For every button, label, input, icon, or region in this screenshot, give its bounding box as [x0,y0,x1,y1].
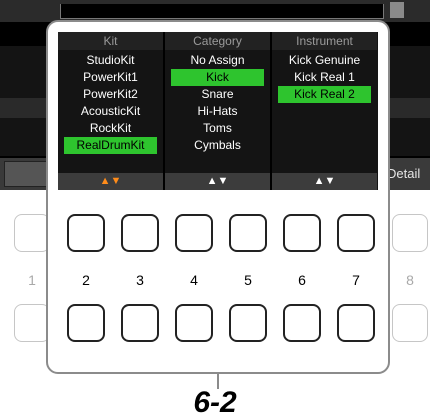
kit-column: Kit StudioKit PowerKit1 PowerKit2 AcousticKi… [58,32,163,190]
lower-button-6[interactable] [283,304,321,342]
category-column: Category No Assign Kick Snare Hi-Hats Toms Cym… [165,32,270,190]
kit-list: StudioKit PowerKit1 PowerKit2 AcousticKit Ro… [58,52,163,154]
upper-button-4[interactable] [175,214,213,252]
button-number-6: 6 [298,272,306,288]
lower-button-1[interactable] [14,304,50,342]
category-list-item[interactable]: Cymbals [165,137,270,154]
selection-columns: Kit StudioKit PowerKit1 PowerKit2 AcousticKi… [58,32,378,190]
category-list-item[interactable]: Toms [165,120,270,137]
button-number-8: 8 [406,272,414,288]
lower-button-7[interactable] [337,304,375,342]
upper-button-1[interactable] [14,214,50,252]
upper-button-7[interactable] [337,214,375,252]
upper-button-8[interactable] [392,214,428,252]
button-number-5: 5 [244,272,252,288]
kit-list-item[interactable]: RealDrumKit [64,137,157,154]
button-number-7: 7 [352,272,360,288]
button-number-4: 4 [190,272,198,288]
voice-edit-display: Kit StudioKit PowerKit1 PowerKit2 AcousticKi… [58,32,378,190]
upper-button-5[interactable] [229,214,267,252]
kit-column-header: Kit [58,32,163,50]
kit-list-item[interactable]: PowerKit2 [58,86,163,103]
button-number-2: 2 [82,272,90,288]
kit-list-item[interactable]: AcousticKit [58,103,163,120]
category-column-header: Category [165,32,270,50]
screen-title-bar [0,0,430,22]
screen-soft-button-1 [4,161,48,187]
instrument-column: Instrument Kick Genuine Kick Real 1 Kick Re… [272,32,377,190]
kit-scroll-arrows: ▲▼ [58,173,163,190]
instrument-column-header: Instrument [272,32,377,50]
instrument-list-item[interactable]: Kick Genuine [272,52,377,69]
category-list-item[interactable]: Kick [171,69,264,86]
button-number-3: 3 [136,272,144,288]
screen-title-field [60,4,384,19]
step-label: 6-2 [193,386,237,419]
upper-button-3[interactable] [121,214,159,252]
lower-button-5[interactable] [229,304,267,342]
instrument-list-item[interactable]: Kick Real 1 [272,69,377,86]
kit-list-item[interactable]: PowerKit1 [58,69,163,86]
lower-button-3[interactable] [121,304,159,342]
upper-button-2[interactable] [67,214,105,252]
screen-scroll-handle [390,2,404,18]
category-list-item[interactable]: Snare [165,86,270,103]
lower-button-8[interactable] [392,304,428,342]
lower-button-4[interactable] [175,304,213,342]
category-list: No Assign Kick Snare Hi-Hats Toms Cymbals [165,52,270,154]
button-number-1: 1 [28,272,36,288]
category-scroll-arrows: ▲▼ [165,173,270,190]
instrument-list-item[interactable]: Kick Real 2 [278,86,371,103]
instrument-list: Kick Genuine Kick Real 1 Kick Real 2 [272,52,377,103]
upper-button-6[interactable] [283,214,321,252]
kit-list-item[interactable]: StudioKit [58,52,163,69]
category-list-item[interactable]: No Assign [165,52,270,69]
lower-button-2[interactable] [67,304,105,342]
kit-list-item[interactable]: RockKit [58,120,163,137]
category-list-item[interactable]: Hi-Hats [165,103,270,120]
column-divider [163,32,165,190]
instrument-scroll-arrows: ▲▼ [272,173,377,190]
column-divider [270,32,272,190]
